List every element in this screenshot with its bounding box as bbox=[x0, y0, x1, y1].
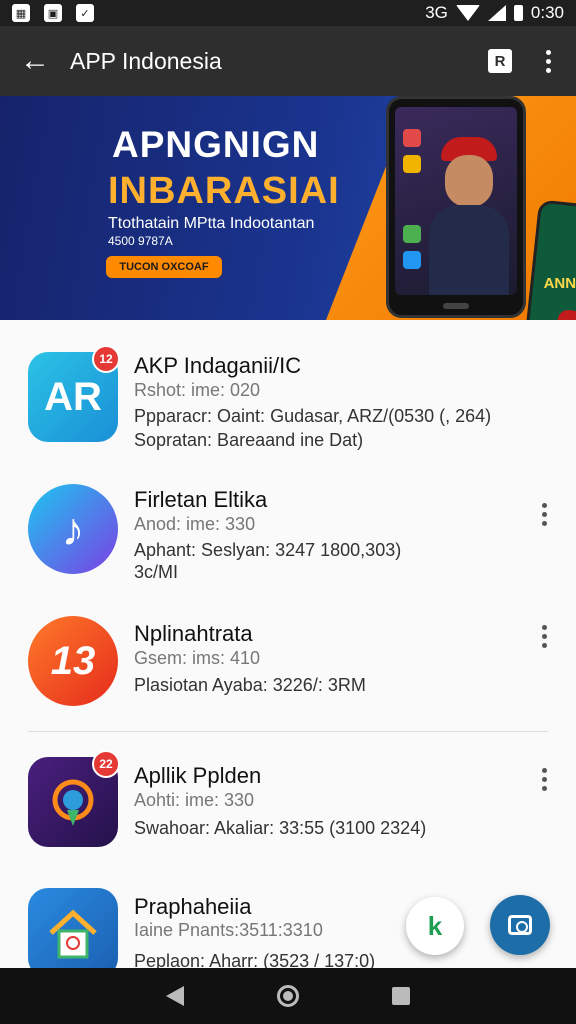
app-bar: ← APP Indonesia R bbox=[0, 26, 576, 96]
back-arrow-icon[interactable]: ← bbox=[0, 26, 70, 96]
more-options-icon[interactable] bbox=[538, 625, 550, 648]
app-detail-line: Iaine Pnants:3511:3310 bbox=[134, 920, 323, 940]
app-detail-line: 3c/MI bbox=[134, 562, 179, 582]
phone-app-tile bbox=[403, 155, 421, 173]
camera-icon bbox=[508, 915, 532, 935]
clock: 0:30 bbox=[530, 3, 564, 22]
status-bar: ▦ ▣ ✓ 3G 0:30 bbox=[0, 0, 576, 26]
banner-phone2-hat bbox=[557, 309, 576, 320]
nav-back-icon[interactable] bbox=[166, 986, 185, 1006]
banner-phone-image bbox=[386, 96, 526, 318]
battery-icon bbox=[513, 5, 523, 21]
app-detail-line: Aphant: Seslyan: 3247 1800,303) bbox=[134, 540, 402, 560]
calendar-notification-icon: ▦ bbox=[12, 4, 30, 22]
app-detail-line: Swahoar: Akaliar: 33:55 (3100 2324) bbox=[134, 818, 427, 838]
banner-person-image bbox=[429, 137, 509, 295]
nav-home-icon[interactable] bbox=[276, 985, 299, 1007]
banner-cta-button[interactable]: TUCON OXCOAF bbox=[106, 256, 222, 278]
app-name: Firletan Eltika bbox=[134, 487, 268, 512]
app-icon[interactable]: 13 bbox=[28, 616, 118, 706]
app-name: Nplinahtrata bbox=[134, 621, 253, 646]
app-detail-line: Ppparacr: Oaint: Gudasar, ARZ/(0530 (, 2… bbox=[134, 406, 492, 426]
chat-icon: k bbox=[427, 910, 443, 941]
chat-fab-button[interactable]: k bbox=[406, 897, 464, 955]
app-detail-line: Anod: ime: 330 bbox=[134, 514, 256, 534]
page-title: APP Indonesia bbox=[70, 47, 222, 74]
banner-headline: APNGNIGN bbox=[112, 124, 320, 165]
banner-headline-2: INBARASIAI bbox=[108, 170, 340, 212]
camera-fab-button[interactable] bbox=[490, 895, 550, 955]
location-pin-icon bbox=[52, 779, 94, 826]
list-divider bbox=[28, 731, 548, 732]
app-name: Apllik Pplden bbox=[134, 763, 262, 788]
system-nav-bar bbox=[0, 968, 576, 1024]
app-name: Praphaheiia bbox=[134, 894, 252, 919]
house-icon bbox=[49, 909, 97, 959]
banner-phone2-text: ANN bbox=[543, 275, 576, 293]
app-detail-line: Plasiotan Ayaba: 3226/: 3RM bbox=[134, 675, 366, 695]
app-detail-line: Peplaon: Aharr: (3523 / 137:0) bbox=[134, 951, 376, 968]
overflow-menu-icon[interactable] bbox=[542, 49, 554, 73]
app-action-icon[interactable]: R bbox=[488, 49, 512, 73]
app-detail-line: Gsem: ims: 410 bbox=[134, 648, 261, 668]
house-app-icon[interactable] bbox=[28, 888, 118, 968]
app-detail-line: Aohti: ime: 330 bbox=[134, 790, 255, 810]
signal-icon bbox=[487, 5, 506, 21]
app-detail-line: Sopratan: Bareaand ine Dat) bbox=[134, 430, 364, 450]
app-name: AKP Indaganii/IC bbox=[134, 353, 302, 378]
more-options-icon[interactable] bbox=[538, 503, 550, 526]
phone-home-button bbox=[443, 303, 469, 309]
music-app-icon[interactable]: ♪ bbox=[28, 484, 118, 574]
notification-badge: 12 bbox=[92, 345, 120, 373]
phone-app-tile bbox=[403, 129, 421, 147]
more-options-icon[interactable] bbox=[538, 768, 550, 791]
image-notification-icon: ▣ bbox=[44, 4, 62, 22]
phone-app-tile bbox=[403, 225, 421, 243]
banner-subtitle-2: 4500 9787A bbox=[108, 234, 173, 248]
app-list: AR 12 AKP Indaganii/IC Rshot: ime: 020 P… bbox=[0, 320, 576, 968]
notification-badge: 22 bbox=[92, 750, 120, 778]
network-type: 3G bbox=[425, 3, 448, 22]
banner-subtitle: Ttothatain MPtta Indootantan bbox=[108, 215, 315, 232]
check-notification-icon: ✓ bbox=[76, 4, 94, 22]
phone-app-tile bbox=[403, 251, 421, 269]
wifi-icon bbox=[455, 5, 480, 21]
app-detail-line: Rshot: ime: 020 bbox=[134, 380, 261, 400]
nav-recents-icon[interactable] bbox=[391, 987, 410, 1005]
